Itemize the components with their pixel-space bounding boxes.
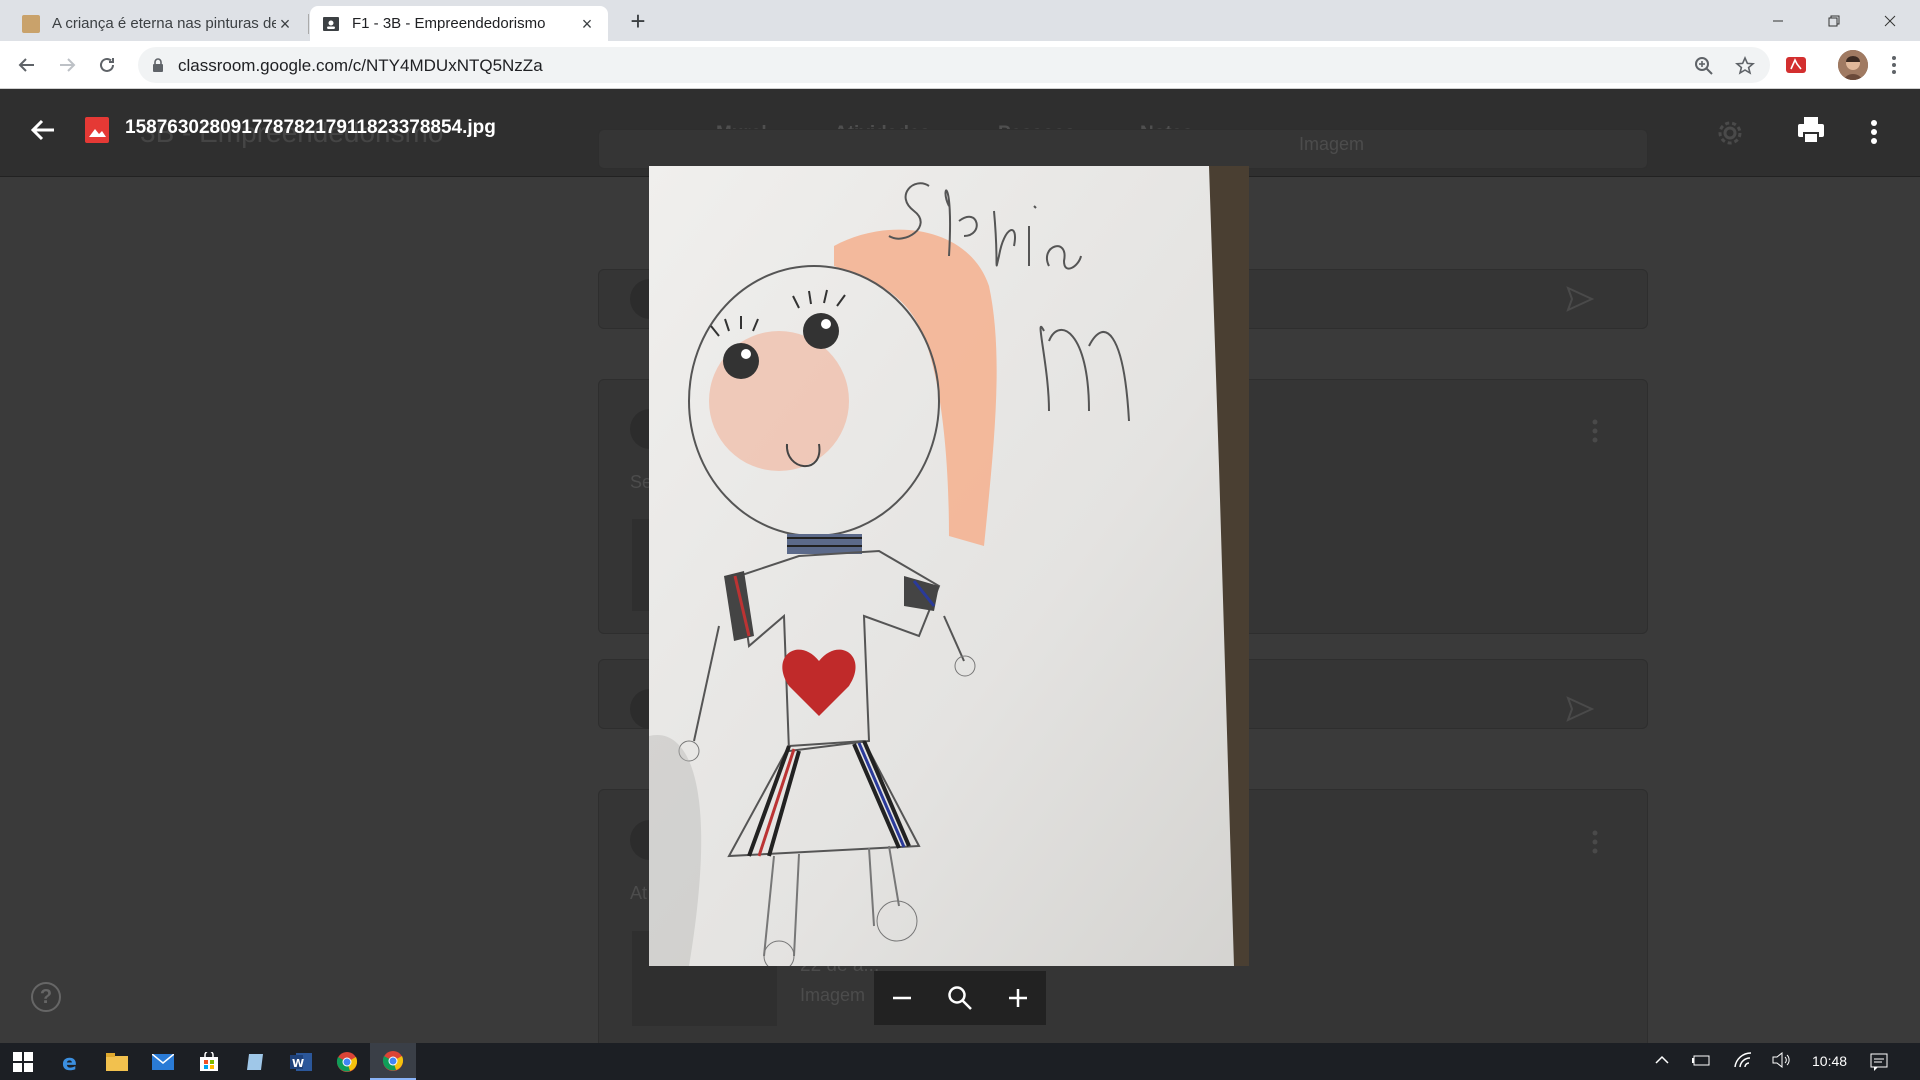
chrome-taskbar-icon[interactable] <box>324 1043 370 1080</box>
minimize-button[interactable] <box>1750 0 1806 41</box>
arrow-left-icon[interactable] <box>28 115 58 145</box>
arrow-left-icon <box>18 58 34 72</box>
reload-button[interactable] <box>93 51 121 79</box>
tab-close-icon[interactable]: × <box>578 15 596 33</box>
file-explorer-taskbar-icon[interactable] <box>94 1043 140 1080</box>
lock-icon <box>153 58 163 72</box>
restore-button[interactable] <box>1806 0 1862 41</box>
zoom-in-button[interactable] <box>1007 987 1029 1009</box>
tab-strip: A criança é eterna nas pinturas de × F1 … <box>0 0 1920 41</box>
edge-taskbar-icon[interactable]: e <box>48 1043 94 1080</box>
post-text: At <box>630 883 648 903</box>
battery-icon[interactable] <box>1692 1052 1712 1068</box>
tab-crianca-eterna[interactable]: A criança é eterna nas pinturas de × <box>10 6 306 41</box>
start-button[interactable] <box>0 1043 46 1080</box>
classroom-page: 3B - Empreendedorismo Mural Atividades P… <box>0 89 1920 1043</box>
send-icon[interactable] <box>1566 696 1594 722</box>
drawing-photo <box>649 166 1249 966</box>
arrow-right-icon <box>60 58 76 72</box>
address-bar[interactable]: classroom.google.com/c/NTY4MDUxNTQ5NzZa <box>138 47 1770 83</box>
image-viewer-header: 15876302809177878217911823378854.jpg <box>0 89 1920 177</box>
store-taskbar-icon[interactable] <box>186 1043 232 1080</box>
wifi-icon[interactable] <box>1734 1052 1752 1068</box>
notepad-taskbar-icon[interactable] <box>232 1043 278 1080</box>
tray-chevron-up-icon[interactable] <box>1654 1052 1670 1068</box>
volume-icon[interactable] <box>1772 1052 1792 1068</box>
tab-separator <box>308 14 309 34</box>
taskbar-clock[interactable]: 10:48 <box>1812 1053 1847 1069</box>
tab-classroom[interactable]: F1 - 3B - Empreendedorismo × <box>310 6 608 41</box>
tab-title: F1 - 3B - Empreendedorismo <box>352 15 546 32</box>
zoom-controls <box>874 971 1046 1025</box>
forward-button[interactable] <box>53 51 81 79</box>
browser-menu-button[interactable] <box>1882 53 1906 77</box>
windows-logo-icon <box>13 1051 33 1072</box>
print-icon[interactable] <box>1795 114 1827 146</box>
chrome-active-window-taskbar-icon[interactable] <box>370 1043 416 1080</box>
child-drawing-image <box>649 166 1249 966</box>
tab-title: A criança é eterna nas pinturas de <box>52 15 276 32</box>
zoom-icon[interactable] <box>1693 55 1715 77</box>
painting-favicon-icon <box>22 14 40 33</box>
windows-taskbar: e W 10:48 <box>0 1043 1920 1080</box>
more-options-icon[interactable] <box>1592 830 1598 854</box>
word-taskbar-icon[interactable]: W <box>278 1043 324 1080</box>
adobe-extension-icon[interactable] <box>1786 55 1806 80</box>
bookmark-star-icon[interactable] <box>1734 55 1756 77</box>
send-icon[interactable] <box>1566 286 1594 312</box>
svg-text:e: e <box>62 1051 77 1073</box>
browser-toolbar: classroom.google.com/c/NTY4MDUxNTQ5NzZa <box>0 41 1920 89</box>
image-file-icon <box>85 117 109 143</box>
profile-avatar[interactable] <box>1838 50 1868 80</box>
zoom-out-button[interactable] <box>891 987 913 1009</box>
mail-taskbar-icon[interactable] <box>140 1043 186 1080</box>
tab-close-icon[interactable]: × <box>276 15 294 33</box>
close-icon <box>1884 15 1896 26</box>
notifications-icon[interactable] <box>1870 1053 1888 1071</box>
help-button[interactable]: ? <box>31 982 61 1012</box>
classroom-favicon-icon <box>322 15 340 33</box>
file-name: 15876302809177878217911823378854.jpg <box>125 117 496 138</box>
close-window-button[interactable] <box>1862 0 1918 41</box>
viewer-more-options-button[interactable] <box>1870 117 1878 147</box>
zoom-magnifier-icon[interactable] <box>947 985 973 1011</box>
reload-icon <box>100 57 114 72</box>
attachment-type-label: Imagem <box>800 985 866 1005</box>
url-text: classroom.google.com/c/NTY4MDUxNTQ5NzZa <box>178 56 543 75</box>
svg-text:W: W <box>292 1057 304 1070</box>
back-button[interactable] <box>13 51 41 79</box>
more-options-icon[interactable] <box>1592 419 1598 443</box>
restore-icon <box>1828 15 1840 26</box>
new-tab-button[interactable]: + <box>624 8 652 36</box>
minimize-icon <box>1773 20 1783 21</box>
